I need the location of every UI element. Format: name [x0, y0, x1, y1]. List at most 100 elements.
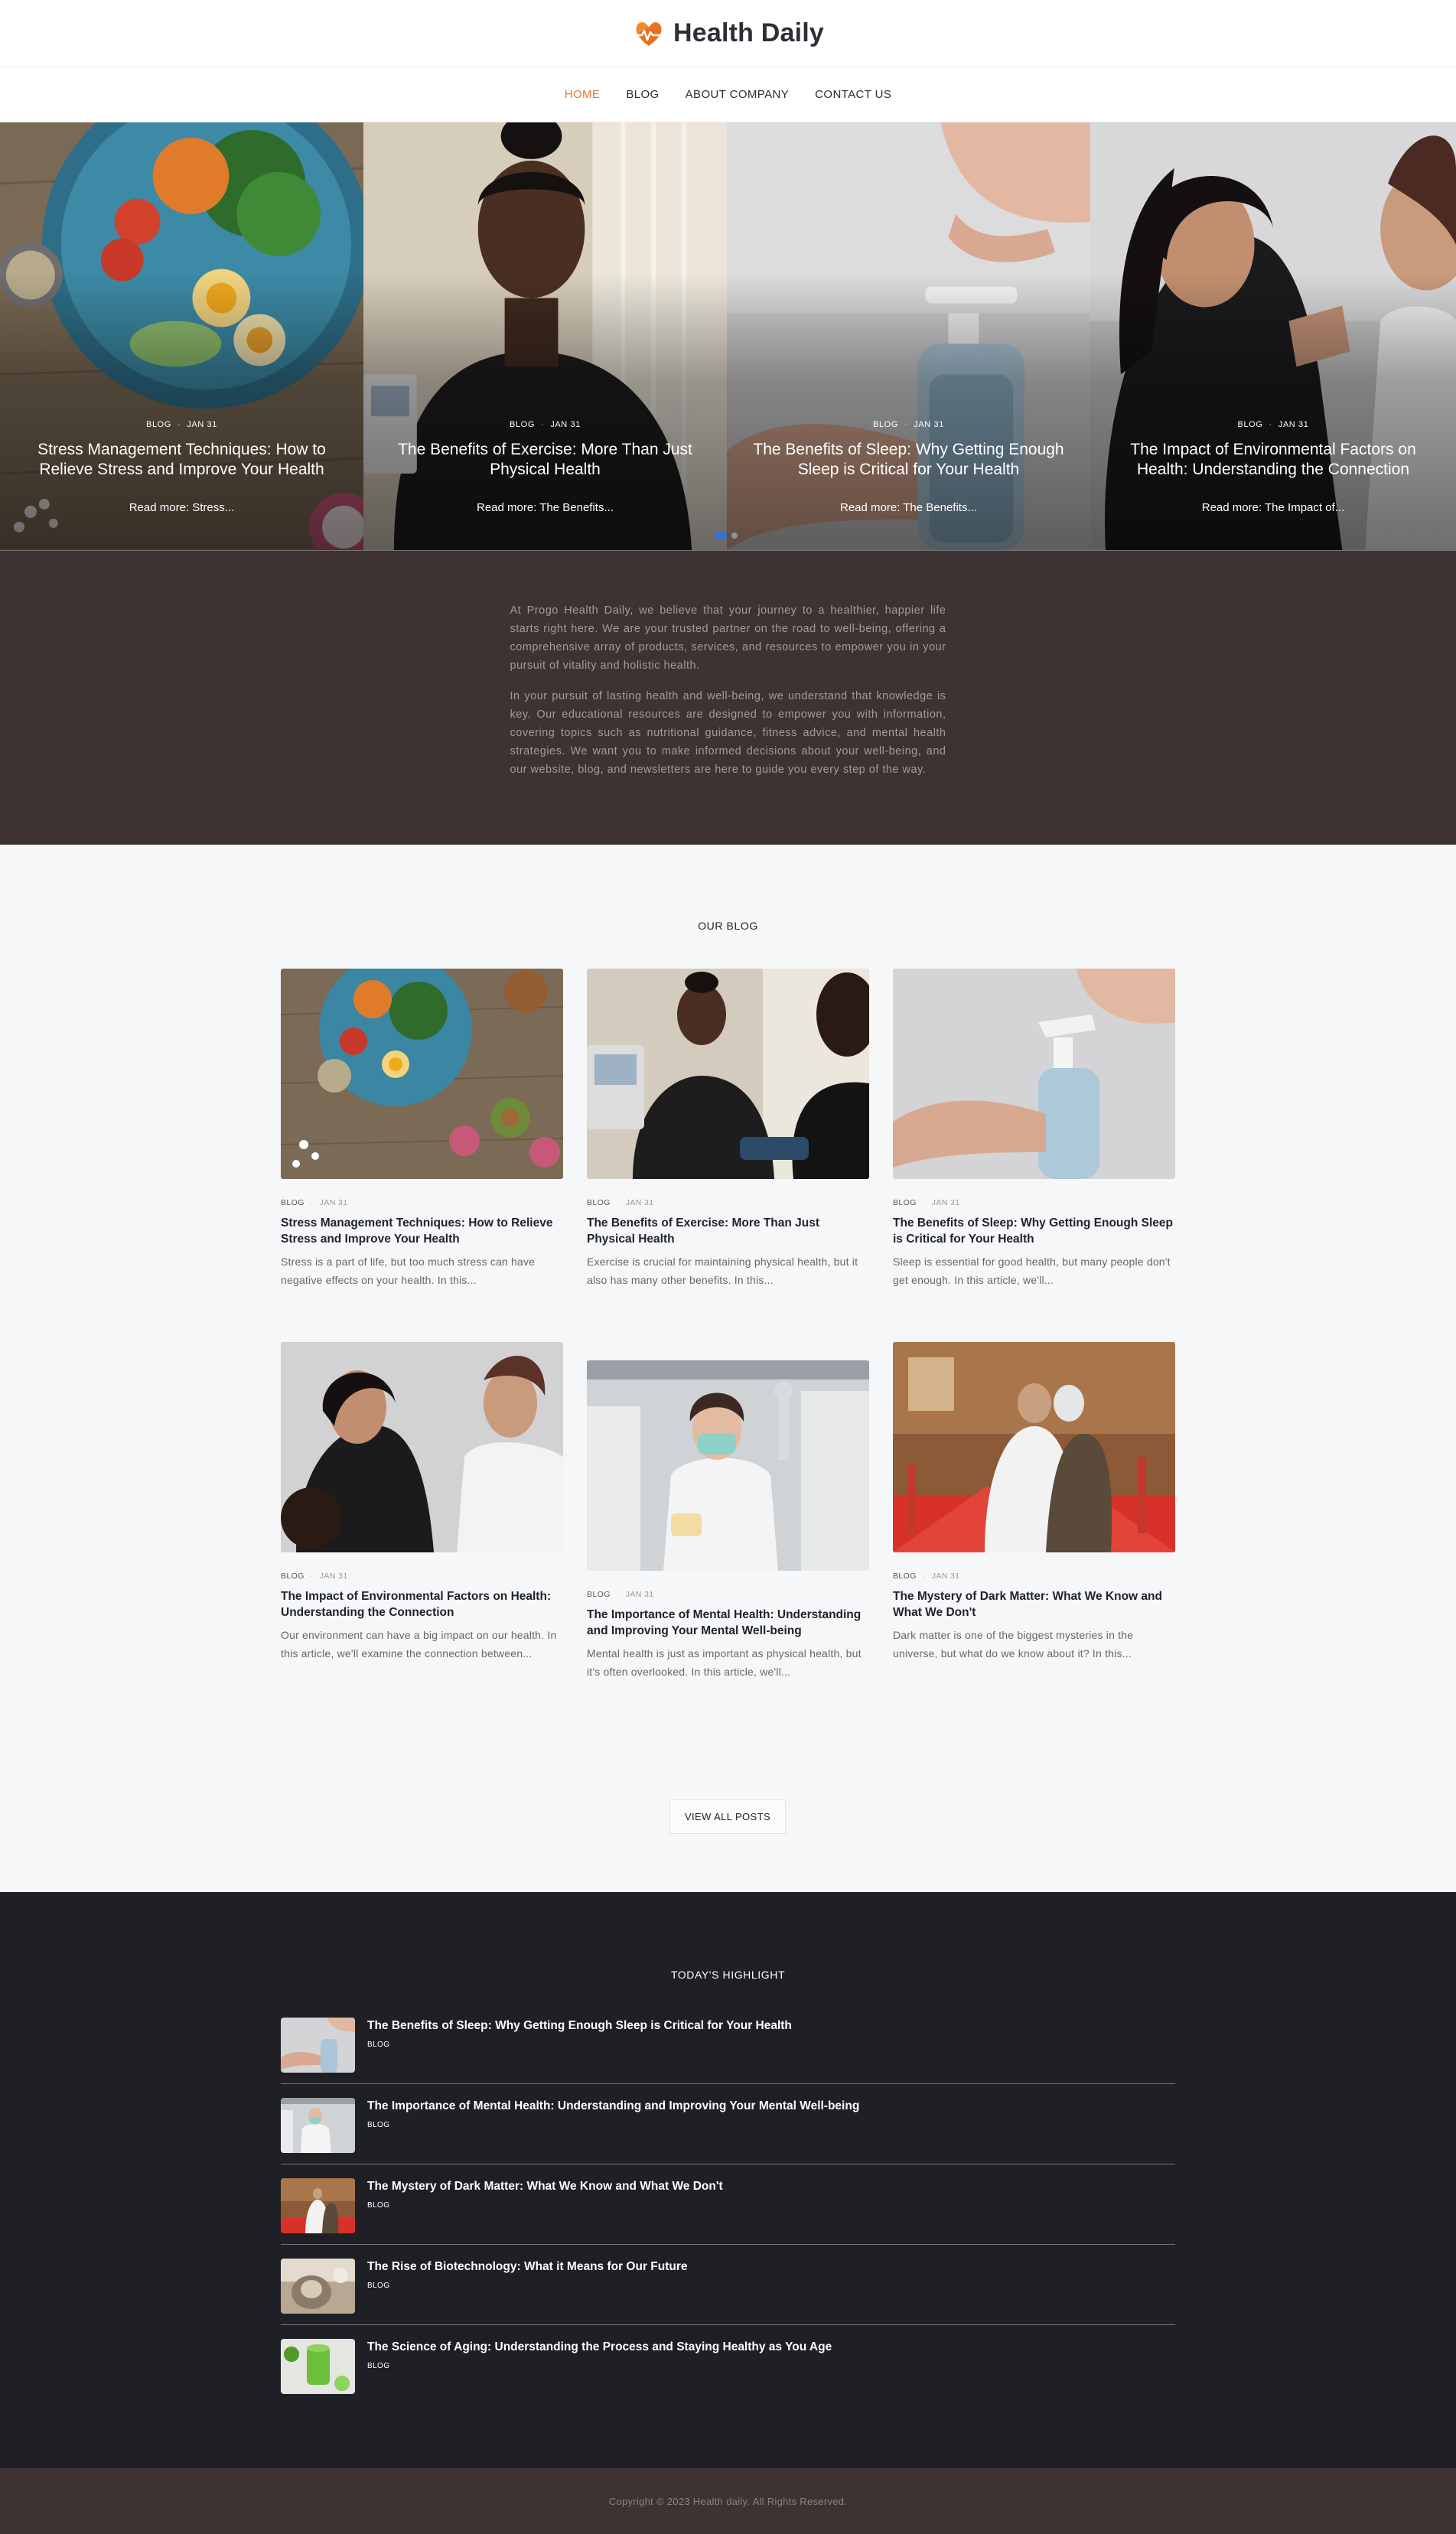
highlight-title[interactable]: The Benefits of Sleep: Why Getting Enoug…: [367, 2019, 792, 2033]
highlight-item[interactable]: The Benefits of Sleep: Why Getting Enoug…: [281, 2016, 1175, 2096]
highlight-category[interactable]: BLOG: [367, 2121, 859, 2129]
food-bowl-thumbnail[interactable]: [280, 953, 564, 1179]
post-category[interactable]: BLOG: [873, 420, 898, 429]
dental-lab-thumbnail[interactable]: [281, 2098, 355, 2153]
post-date: JAN 31: [625, 1590, 654, 1599]
post-date: JAN 31: [625, 1198, 654, 1207]
blog-card[interactable]: BLOG · JAN 31 The Benefits of Exercise: Mo…: [587, 969, 878, 1289]
brand-name: Health Daily: [673, 18, 825, 47]
post-meta: BLOG · JAN 31: [587, 1198, 654, 1207]
highlight-title[interactable]: The Rise of Biotechnology: What it Means…: [367, 2260, 688, 2274]
post-category[interactable]: BLOG: [893, 1572, 917, 1581]
highlight-category[interactable]: BLOG: [367, 2201, 723, 2210]
hero-slide[interactable]: BLOG · JAN 31 The Benefits of Sleep: Why G…: [727, 122, 1090, 551]
blog-card[interactable]: BLOG · JAN 31 The Mystery of Dark Matter: …: [893, 1342, 1175, 1663]
blog-card[interactable]: BLOG · JAN 31 The Importance of Mental Hea…: [587, 1360, 869, 1681]
post-category[interactable]: BLOG: [587, 1198, 611, 1207]
blog-card[interactable]: BLOG · JAN 31 The Benefits of Sleep: Why G…: [893, 969, 1175, 1289]
brand[interactable]: Health Daily: [632, 17, 824, 50]
hero-title[interactable]: The Benefits of Exercise: More Than Just…: [386, 440, 704, 480]
post-date: JAN 31: [931, 1572, 960, 1581]
site-header: Health Daily: [0, 0, 1456, 67]
post-date: JAN 31: [550, 420, 581, 429]
hero-title[interactable]: The Benefits of Sleep: Why Getting Enoug…: [750, 440, 1067, 480]
hand-sanitizer-thumbnail[interactable]: [281, 2018, 355, 2073]
post-date: JAN 31: [319, 1198, 348, 1207]
post-date: JAN 31: [1278, 420, 1309, 429]
highlight-list: The Benefits of Sleep: Why Getting Enoug…: [281, 2016, 1175, 2418]
view-all-posts-button[interactable]: VIEW ALL POSTS: [669, 1800, 786, 1834]
highlight-item[interactable]: The Importance of Mental Health: Underst…: [281, 2096, 1175, 2177]
nav-blog[interactable]: BLOG: [626, 88, 659, 101]
post-meta: BLOG · JAN 31: [873, 420, 944, 429]
blood-pressure-thumbnail[interactable]: [587, 969, 878, 1179]
post-date: JAN 31: [187, 420, 217, 429]
post-meta: BLOG · JAN 31: [281, 1572, 348, 1581]
post-category[interactable]: BLOG: [281, 1572, 305, 1581]
read-more-link[interactable]: Read more: Stress...: [23, 501, 340, 514]
nav-contact-us[interactable]: CONTACT US: [815, 88, 891, 101]
post-meta: BLOG · JAN 31: [587, 1590, 654, 1599]
post-category[interactable]: BLOG: [587, 1590, 611, 1599]
dental-lab-thumbnail[interactable]: [587, 1360, 869, 1571]
highlight-title[interactable]: The Mystery of Dark Matter: What We Know…: [367, 2180, 723, 2194]
post-excerpt: Mental health is just as important as ph…: [587, 1647, 862, 1678]
blog-section: OUR BLOG BLOG · JAN 31 Stress Management…: [0, 845, 1456, 1892]
post-title[interactable]: The Benefits of Exercise: More Than Just…: [587, 1215, 869, 1247]
hero-title[interactable]: Stress Management Techniques: How to Rel…: [23, 440, 340, 480]
hero-slide[interactable]: BLOG · JAN 31 Stress Management Techniques…: [0, 122, 363, 551]
carousel-dots: [715, 533, 738, 539]
post-title[interactable]: The Impact of Environmental Factors on H…: [281, 1588, 563, 1620]
post-meta: BLOG · JAN 31: [893, 1572, 960, 1581]
nav-about-company[interactable]: ABOUT COMPANY: [686, 88, 790, 101]
highlight-category[interactable]: BLOG: [367, 2362, 832, 2370]
highlight-item[interactable]: The Science of Aging: Understanding the …: [281, 2337, 1175, 2418]
highlight-title[interactable]: The Importance of Mental Health: Underst…: [367, 2099, 859, 2113]
blog-card[interactable]: BLOG · JAN 31 Stress Management Techniques…: [280, 953, 564, 1289]
hero-slide[interactable]: BLOG · JAN 31 The Impact of Environmental …: [1090, 122, 1456, 551]
post-category[interactable]: BLOG: [1238, 420, 1263, 429]
about-paragraph: At Progo Health Daily, we believe that y…: [510, 604, 946, 672]
hallway-thumbnail[interactable]: [893, 1342, 1175, 1552]
highlight-category[interactable]: BLOG: [367, 2041, 792, 2049]
carousel-dot[interactable]: [731, 533, 738, 539]
post-excerpt: Dark matter is one of the biggest myster…: [893, 1629, 1134, 1659]
post-title[interactable]: The Importance of Mental Health: Underst…: [587, 1607, 869, 1639]
hand-sanitizer-thumbnail[interactable]: [893, 969, 1175, 1179]
post-title[interactable]: The Mystery of Dark Matter: What We Know…: [893, 1588, 1175, 1620]
post-title[interactable]: The Benefits of Sleep: Why Getting Enoug…: [893, 1215, 1175, 1247]
post-category[interactable]: BLOG: [893, 1198, 917, 1207]
highlight-item[interactable]: The Mystery of Dark Matter: What We Know…: [281, 2177, 1175, 2257]
highlight-item[interactable]: The Rise of Biotechnology: What it Means…: [281, 2257, 1175, 2337]
post-excerpt: Our environment can have a big impact on…: [281, 1629, 557, 1659]
heart-pulse-logo-icon: [634, 21, 663, 46]
green-smoothie-thumbnail[interactable]: [281, 2339, 355, 2394]
highlight-category[interactable]: BLOG: [367, 2282, 688, 2290]
about-section: At Progo Health Daily, we believe that y…: [0, 551, 1456, 845]
post-meta: BLOG · JAN 31: [510, 420, 581, 429]
post-date: JAN 31: [931, 1198, 960, 1207]
post-category[interactable]: BLOG: [146, 420, 171, 429]
hero-caption: BLOG · JAN 31 Stress Management Techniques…: [23, 420, 340, 514]
section-title: OUR BLOG: [698, 920, 758, 932]
hero-slide[interactable]: BLOG · JAN 31 The Benefits of Exercise: Mo…: [363, 122, 727, 551]
carousel-dot-active[interactable]: [715, 533, 727, 539]
read-more-link[interactable]: Read more: The Benefits...: [750, 501, 1067, 514]
hero-caption: BLOG · JAN 31 The Benefits of Sleep: Why G…: [750, 420, 1067, 514]
hero-carousel[interactable]: BLOG · JAN 31 Stress Management Techniques…: [0, 122, 1456, 551]
post-category[interactable]: BLOG: [281, 1198, 305, 1207]
vaccination-thumbnail[interactable]: [281, 1342, 563, 1552]
blog-card[interactable]: BLOG · JAN 31 The Impact of Environmental …: [281, 1342, 563, 1663]
nav-home[interactable]: HOME: [565, 88, 601, 101]
post-date: JAN 31: [319, 1572, 348, 1581]
biotech-thumbnail[interactable]: [281, 2259, 355, 2314]
post-title[interactable]: Stress Management Techniques: How to Rel…: [281, 1215, 563, 1247]
read-more-link[interactable]: Read more: The Impact of...: [1113, 501, 1433, 514]
highlight-title[interactable]: The Science of Aging: Understanding the …: [367, 2340, 832, 2354]
copyright-text: Copyright © 2023 Health daily. All Right…: [608, 2495, 848, 2507]
hallway-thumbnail[interactable]: [281, 2178, 355, 2233]
post-category[interactable]: BLOG: [510, 420, 535, 429]
read-more-link[interactable]: Read more: The Benefits...: [386, 501, 704, 514]
hero-title[interactable]: The Impact of Environmental Factors on H…: [1113, 440, 1433, 480]
highlights-section: TODAY'S HIGHLIGHT The Benefits of Sleep:…: [0, 1892, 1456, 2468]
